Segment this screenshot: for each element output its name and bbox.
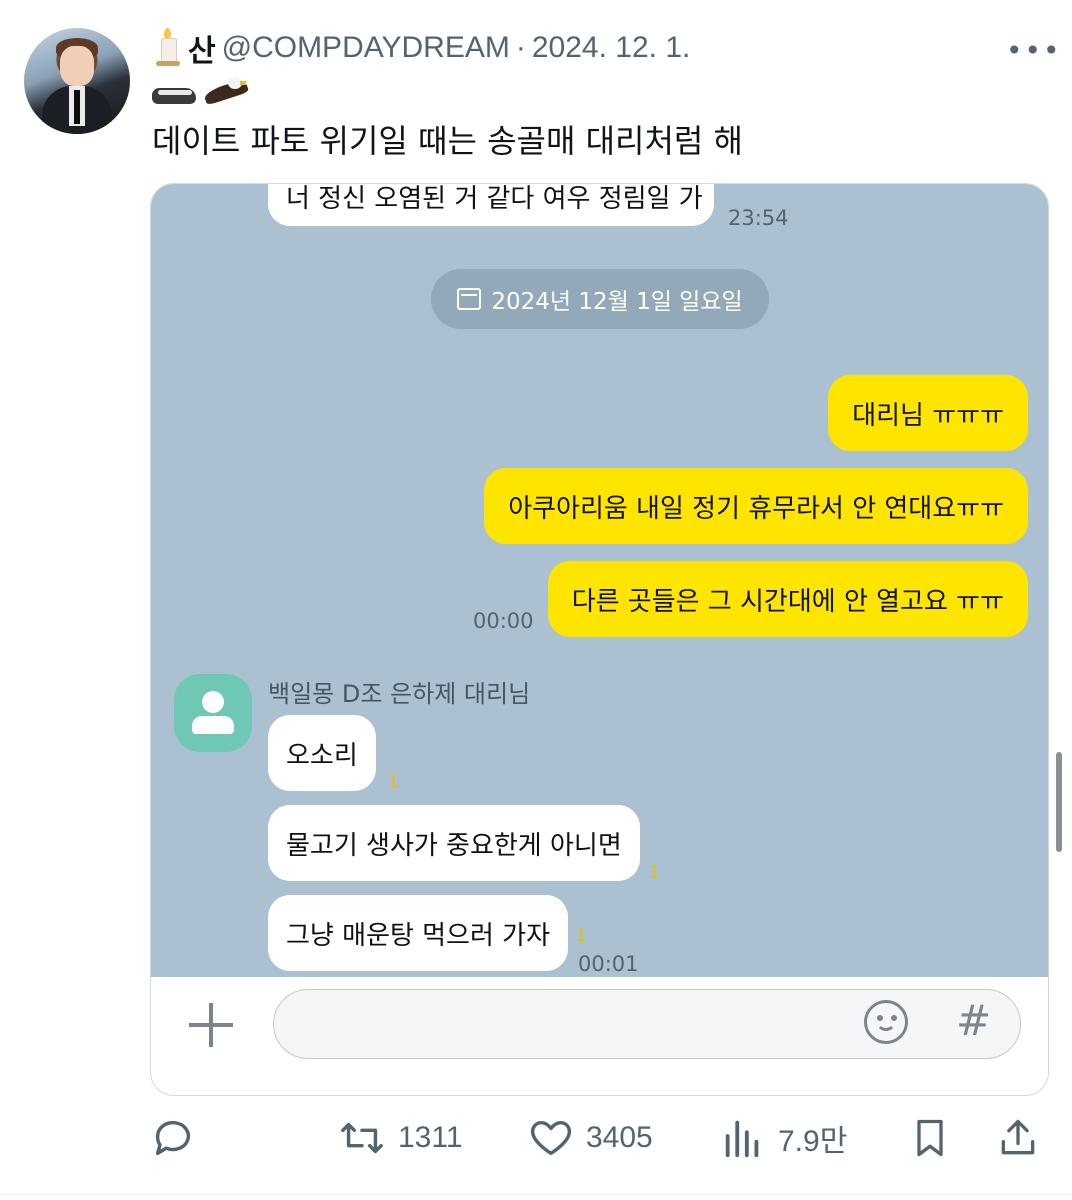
scrollbar[interactable] [1056, 752, 1062, 852]
unread-count: 1 [649, 863, 660, 883]
bookmark-icon [917, 1119, 943, 1157]
chat-bubble-incoming: 그냥 매운탕 먹으러 가자 [268, 895, 568, 971]
tweet-media-image[interactable]: 너 정신 오염된 거 같다 여우 정림일 가 23:54 2024년 12월 1… [150, 183, 1049, 1096]
retweet-button[interactable]: 1311 [338, 1108, 463, 1168]
hashtag-icon[interactable]: # [956, 996, 991, 1045]
more-options-icon[interactable]: ••• [1006, 34, 1062, 67]
retweet-icon [341, 1122, 383, 1154]
plus-icon[interactable] [189, 1003, 233, 1047]
date-divider-text: 2024년 12월 1일 일요일 [491, 289, 743, 315]
candle-emoji-icon [152, 28, 182, 68]
share-button[interactable] [996, 1108, 1040, 1168]
avatar-tie [74, 90, 80, 124]
message-text: 다른 곳들은 그 시간대에 안 열고요 ㅠㅠ [571, 586, 1004, 617]
chat-bubble-incoming-partial: 너 정신 오염된 거 같다 여우 정림일 가 [268, 183, 714, 226]
chat-bubble-incoming: 물고기 생사가 중요한게 아니면 [268, 805, 640, 881]
chat-bubble-outgoing: 다른 곳들은 그 시간대에 안 열고요 ㅠㅠ [547, 561, 1028, 637]
date-divider: 2024년 12월 1일 일요일 [431, 269, 769, 329]
avatar-face [60, 46, 94, 86]
tweet-header: 산 @COMPDAYDREAM · 2024. 12. 1. [152, 26, 690, 70]
retweet-count: 1311 [398, 1121, 463, 1154]
message-text: 아쿠아리움 내일 정기 휴무라서 안 연대요ㅠㅠ [508, 493, 1004, 524]
bookmark-button[interactable] [908, 1108, 952, 1168]
tweet-text: 데이트 파토 위기일 때는 송골매 대리처럼 해 [152, 122, 743, 160]
chat-bubble-outgoing: 아쿠아리움 내일 정기 휴무라서 안 연대요ㅠㅠ [484, 468, 1028, 544]
view-count: 7.9만 [778, 1125, 848, 1158]
share-icon [1001, 1119, 1035, 1155]
sender-name: 백일몽 D조 은하제 대리님 [268, 680, 531, 708]
name-emoji-row [150, 74, 250, 116]
reply-icon [155, 1120, 191, 1156]
eagle-emoji-icon [202, 75, 250, 115]
message-time: 00:01 [578, 952, 639, 976]
heart-icon [530, 1120, 572, 1156]
chat-screen: 너 정신 오염된 거 같다 여우 정림일 가 23:54 2024년 12월 1… [151, 184, 1048, 977]
unread-count: 1 [388, 772, 399, 792]
divider [0, 1194, 1072, 1195]
message-time: 23:54 [728, 206, 789, 230]
message-time: 00:00 [473, 609, 534, 633]
like-count: 3405 [586, 1121, 653, 1154]
tweet-action-bar: 1311 3405 7.9만 [150, 1108, 1050, 1168]
emoticon-icon[interactable] [864, 1000, 908, 1044]
tweet-date[interactable]: 2024. 12. 1. [532, 31, 690, 65]
analytics-icon [725, 1120, 759, 1158]
views-button[interactable]: 7.9만 [720, 1108, 847, 1168]
chat-bubble-incoming: 오소리 [268, 715, 376, 791]
message-text: 오소리 [286, 740, 358, 771]
message-text: 대리님 ㅠㅠㅠ [852, 400, 1004, 431]
sender-avatar[interactable] [174, 674, 252, 752]
person-icon [202, 691, 224, 713]
message-text: 그냥 매운탕 먹으러 가자 [286, 920, 550, 951]
chat-bubble-outgoing: 대리님 ㅠㅠㅠ [828, 375, 1028, 451]
profile-avatar[interactable] [24, 28, 130, 134]
message-text: 물고기 생사가 중요한게 아니면 [286, 830, 622, 861]
header-separator: · [515, 31, 526, 64]
like-button[interactable]: 3405 [528, 1108, 653, 1168]
user-handle[interactable]: @COMPDAYDREAM [222, 31, 510, 65]
message-input[interactable]: # [273, 989, 1021, 1059]
message-text: 너 정신 오염된 거 같다 여우 정림일 가 [286, 183, 703, 214]
reply-button[interactable] [150, 1108, 208, 1168]
unread-count: 1 [576, 926, 587, 946]
chat-input-bar: # [151, 977, 1048, 1095]
badger-emoji-icon [150, 82, 198, 108]
display-name[interactable]: 산 [188, 26, 216, 70]
calendar-icon [457, 288, 482, 310]
